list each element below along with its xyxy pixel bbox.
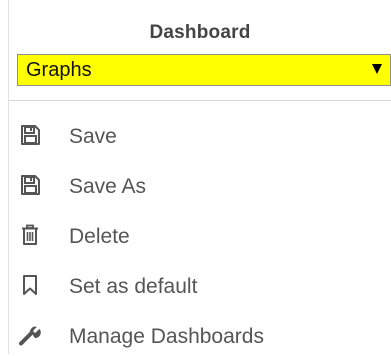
trash-icon (19, 224, 41, 246)
save-menu-item[interactable]: Save (9, 116, 391, 156)
dashboard-select-value: Graphs (26, 59, 92, 81)
manage-dashboards-menu-item[interactable]: Manage Dashboards (9, 316, 391, 356)
menu-divider (9, 100, 391, 101)
delete-label: Delete (69, 225, 130, 248)
delete-menu-item[interactable]: Delete (9, 216, 391, 256)
dashboard-select[interactable]: Graphs (17, 54, 391, 86)
dashboard-menu: Dashboard Graphs Save Save As Delete Set… (8, 0, 391, 354)
set-as-default-label: Set as default (69, 275, 198, 298)
manage-dashboards-label: Manage Dashboards (69, 325, 264, 348)
save-as-label: Save As (69, 175, 147, 198)
floppy-disk-icon (19, 174, 41, 196)
save-label: Save (69, 125, 117, 148)
dropdown-arrow-icon (372, 64, 382, 74)
save-as-menu-item[interactable]: Save As (9, 166, 391, 206)
set-as-default-menu-item[interactable]: Set as default (9, 266, 391, 306)
dashboard-section-title: Dashboard (149, 22, 251, 43)
wrench-icon (19, 324, 42, 346)
bookmark-icon (19, 274, 41, 296)
floppy-disk-icon (19, 124, 41, 146)
